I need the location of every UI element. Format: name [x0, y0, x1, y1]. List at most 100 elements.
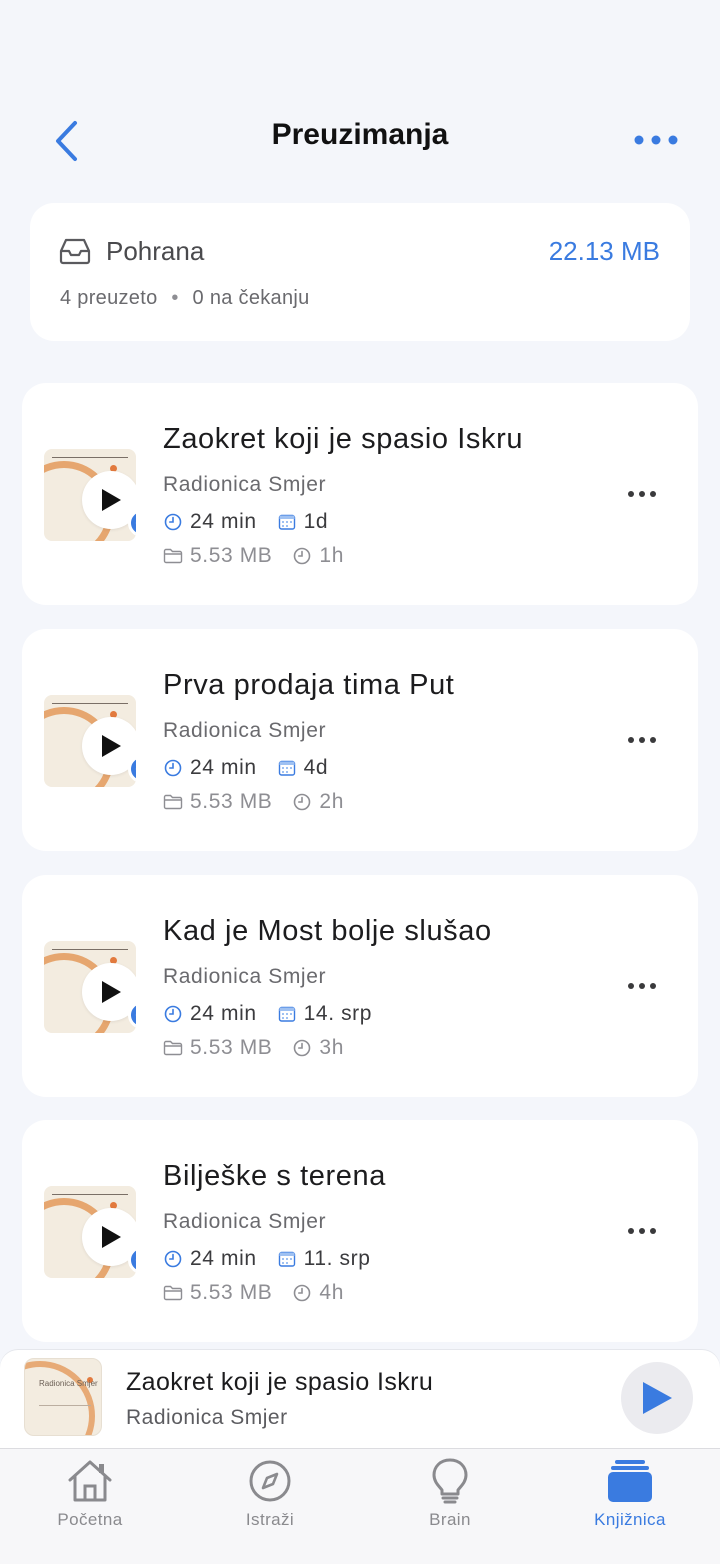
page-title: Preuzimanja: [271, 118, 449, 151]
episode-meta-primary: 24 min 1d: [163, 510, 348, 534]
clock-icon: [163, 1004, 183, 1024]
episode-age: 2h: [319, 790, 344, 813]
header-bar: Preuzimanja: [0, 0, 720, 180]
tab-label: Knjižnica: [594, 1510, 666, 1529]
library-icon: [605, 1457, 655, 1505]
storage-label: Pohrana: [106, 236, 205, 266]
episode-title: Kad je Most bolje slušao: [163, 915, 492, 947]
clock-icon: [292, 546, 312, 566]
artwork-text: Radionica Smjer: [39, 1379, 98, 1388]
mini-player-play-button[interactable]: [621, 1362, 693, 1434]
episode-meta-secondary: 5.53 MB 2h: [163, 790, 364, 814]
play-icon: [102, 489, 121, 511]
episode-card[interactable]: Zaokret koji je spasio Iskru Radionica S…: [22, 383, 698, 605]
separator-dot: •: [171, 287, 179, 309]
folder-icon: [163, 1283, 183, 1303]
episode-file-size: 5.53 MB: [190, 544, 273, 567]
episode-thumbnail: [44, 941, 136, 1033]
ellipsis-icon: [628, 983, 656, 989]
ellipsis-icon: [634, 135, 678, 145]
episode-meta-secondary: 5.53 MB 1h: [163, 544, 364, 568]
episode-date: 14. srp: [303, 1002, 373, 1025]
clock-icon: [163, 1249, 183, 1269]
episode-card[interactable]: Bilješke s terena Radionica Smjer 24 min…: [22, 1120, 698, 1342]
home-icon: [65, 1457, 115, 1505]
ellipsis-icon: [628, 1228, 656, 1234]
episode-more-button[interactable]: [620, 971, 664, 1001]
episode-meta-primary: 24 min 11. srp: [163, 1247, 390, 1271]
folder-icon: [163, 1038, 183, 1058]
episode-duration: 24 min: [190, 1002, 257, 1025]
episode-age: 3h: [319, 1036, 344, 1059]
folder-icon: [163, 546, 183, 566]
tab-bar: Početna Istraži Brain Knjižnica: [0, 1448, 720, 1564]
episode-title: Prva prodaja tima Put: [163, 669, 455, 701]
episode-duration: 24 min: [190, 1247, 257, 1270]
episode-age: 1h: [319, 544, 344, 567]
play-icon: [102, 981, 121, 1003]
clock-icon: [163, 512, 183, 532]
episode-duration: 24 min: [190, 756, 257, 779]
episode-meta-primary: 24 min 4d: [163, 756, 348, 780]
ellipsis-icon: [628, 491, 656, 497]
mini-player[interactable]: Radionica Smjer Zaokret koji je spasio I…: [0, 1350, 720, 1448]
ellipsis-icon: [628, 737, 656, 743]
calendar-icon: [277, 512, 297, 532]
tab-label: Brain: [429, 1510, 471, 1529]
episode-author: Radionica Smjer: [163, 719, 327, 742]
episode-file-size: 5.53 MB: [190, 790, 273, 813]
episode-author: Radionica Smjer: [163, 965, 327, 988]
episode-thumbnail: [44, 449, 136, 541]
more-options-button[interactable]: [628, 122, 684, 158]
tab-library[interactable]: Knjižnica: [540, 1449, 720, 1564]
episode-more-button[interactable]: [620, 725, 664, 755]
calendar-icon: [277, 758, 297, 778]
episode-title: Zaokret koji je spasio Iskru: [163, 423, 524, 455]
tab-home[interactable]: Početna: [0, 1449, 180, 1564]
clock-icon: [292, 1038, 312, 1058]
clock-icon: [163, 758, 183, 778]
clock-icon: [292, 792, 312, 812]
episode-author: Radionica Smjer: [163, 473, 327, 496]
storage-card: Pohrana 22.13 MB 4 preuzeto • 0 na čekan…: [30, 203, 690, 341]
episode-date: 11. srp: [303, 1247, 371, 1270]
mini-player-author: Radionica Smjer: [126, 1406, 288, 1429]
episode-author: Radionica Smjer: [163, 1210, 327, 1233]
episode-date: 4d: [303, 756, 329, 779]
pending-count: 0 na čekanju: [192, 287, 310, 309]
episode-more-button[interactable]: [620, 479, 664, 509]
episode-card[interactable]: Prva prodaja tima Put Radionica Smjer 24…: [22, 629, 698, 851]
clock-icon: [292, 1283, 312, 1303]
tab-explore[interactable]: Istraži: [180, 1449, 360, 1564]
episode-thumbnail: [44, 695, 136, 787]
calendar-icon: [277, 1004, 297, 1024]
tray-icon: [59, 238, 91, 265]
episode-meta-secondary: 5.53 MB 3h: [163, 1036, 364, 1060]
tab-brain[interactable]: Brain: [360, 1449, 540, 1564]
episode-meta-secondary: 5.53 MB 4h: [163, 1281, 364, 1305]
folder-icon: [163, 792, 183, 812]
tab-label: Početna: [57, 1510, 123, 1529]
compass-icon: [245, 1457, 295, 1505]
episode-file-size: 5.53 MB: [190, 1281, 273, 1304]
episode-title: Bilješke s terena: [163, 1160, 386, 1192]
play-icon: [102, 735, 121, 757]
episode-meta-primary: 24 min 14. srp: [163, 1002, 392, 1026]
episode-age: 4h: [319, 1281, 344, 1304]
calendar-icon: [277, 1249, 297, 1269]
mini-player-title: Zaokret koji je spasio Iskru: [126, 1368, 434, 1396]
storage-summary: 4 preuzeto • 0 na čekanju: [60, 287, 310, 310]
tab-label: Istraži: [245, 1510, 295, 1529]
downloaded-count: 4 preuzeto: [60, 287, 158, 309]
storage-size: 22.13 MB: [548, 236, 660, 266]
episode-date: 1d: [303, 510, 329, 533]
episode-duration: 24 min: [190, 510, 257, 533]
episode-card[interactable]: Kad je Most bolje slušao Radionica Smjer…: [22, 875, 698, 1097]
episode-thumbnail: [44, 1186, 136, 1278]
episode-file-size: 5.53 MB: [190, 1036, 273, 1059]
play-icon: [643, 1382, 672, 1414]
play-icon: [102, 1226, 121, 1248]
episode-more-button[interactable]: [620, 1216, 664, 1246]
lightbulb-icon: [425, 1457, 475, 1505]
mini-player-artwork: Radionica Smjer: [24, 1358, 102, 1436]
